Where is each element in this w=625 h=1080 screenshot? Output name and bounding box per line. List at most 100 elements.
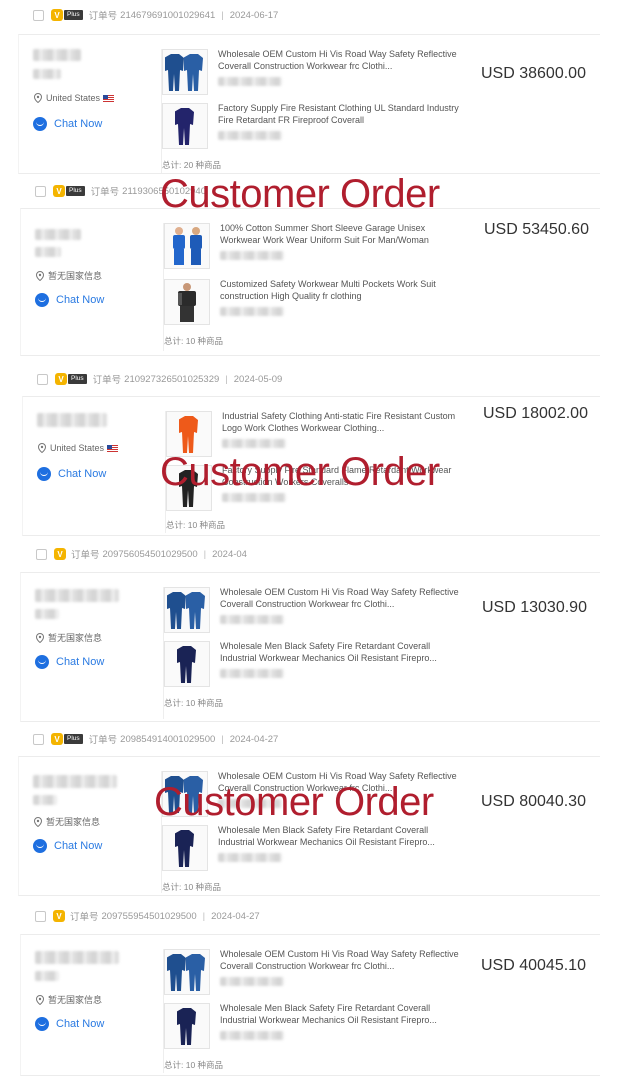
- order-item[interactable]: Wholesale Men Black Safety Fire Retardan…: [164, 1003, 486, 1057]
- product-thumbnail[interactable]: [164, 949, 210, 995]
- order-item[interactable]: Factory Supply Fire Standard Flame Retar…: [166, 465, 488, 519]
- order-item[interactable]: 100% Cotton Summer Short Sleeve Garage U…: [164, 223, 486, 277]
- order-total-items: 总计: 10 种商品: [164, 698, 224, 708]
- coverall-image-icon: [167, 954, 205, 991]
- vip-icon: V: [53, 910, 65, 922]
- coverall-image-icon: [179, 416, 198, 453]
- product-thumbnail[interactable]: [166, 465, 212, 511]
- order-date: 2024-04-27: [211, 910, 260, 922]
- order-price: USD 38600.00: [481, 65, 586, 82]
- order-checkbox[interactable]: [35, 910, 46, 922]
- order-price: USD 80040.30: [481, 793, 586, 810]
- buyer-country: 暂无国家信息: [35, 631, 102, 644]
- product-thumbnail[interactable]: [164, 641, 210, 687]
- divider: |: [225, 373, 228, 385]
- chat-now-label: Chat Now: [56, 656, 105, 668]
- chat-now-button[interactable]: Chat Now: [35, 655, 104, 669]
- order-number-label: 订单号: [90, 187, 120, 198]
- us-flag-icon: [107, 444, 119, 452]
- us-flag-icon: [103, 94, 115, 102]
- order-item[interactable]: Wholesale Men Black Safety Fire Retardan…: [164, 641, 486, 695]
- order-number-label: 订单号: [88, 11, 118, 22]
- country-name: 暂无国家信息: [46, 817, 101, 827]
- product-title[interactable]: Wholesale OEM Custom Hi Vis Road Way Saf…: [218, 771, 464, 794]
- product-title[interactable]: Industrial Safety Clothing Anti-static F…: [222, 411, 468, 434]
- divider: |: [221, 733, 224, 745]
- order-item[interactable]: Factory Supply Fire Resistant Clothing U…: [162, 103, 484, 157]
- divider: |: [203, 548, 207, 560]
- product-thumbnail[interactable]: [162, 49, 208, 95]
- order-number-label: 订单号: [71, 550, 100, 561]
- coverall-image-icon: [175, 108, 194, 145]
- product-title[interactable]: 100% Cotton Summer Short Sleeve Garage U…: [220, 223, 466, 246]
- order-item[interactable]: Wholesale OEM Custom Hi Vis Road Way Saf…: [162, 49, 484, 103]
- product-title[interactable]: Wholesale Men Black Safety Fire Retardan…: [220, 641, 466, 664]
- order-checkbox[interactable]: [35, 185, 46, 197]
- order-price: USD 53450.60: [484, 221, 589, 238]
- order-header: V Plus 订单号 209854914001029500 | 2024-04-…: [33, 730, 278, 748]
- order-date: 2024-06-17: [229, 9, 279, 21]
- product-thumbnail[interactable]: [162, 771, 208, 817]
- order-item[interactable]: Customized Safety Workwear Multi Pockets…: [164, 279, 486, 333]
- buyer-country: United States: [37, 443, 119, 453]
- location-pin-icon: [35, 632, 45, 643]
- product-title[interactable]: Wholesale OEM Custom Hi Vis Road Way Saf…: [218, 49, 464, 72]
- product-thumbnail[interactable]: [164, 1003, 210, 1049]
- order-item[interactable]: Industrial Safety Clothing Anti-static F…: [166, 411, 488, 465]
- chat-now-button[interactable]: Chat Now: [37, 467, 106, 481]
- buyer-id-redacted: [33, 69, 61, 79]
- buyer-id-redacted: [35, 247, 61, 257]
- order-item[interactable]: Wholesale Men Black Safety Fire Retardan…: [162, 825, 484, 879]
- worksuit-image-icon: [178, 283, 196, 322]
- divider: |: [221, 9, 224, 21]
- product-thumbnail[interactable]: [162, 825, 208, 871]
- product-thumbnail[interactable]: [164, 279, 210, 325]
- order-total-items: 总计: 10 种商品: [162, 882, 222, 892]
- chat-now-label: Chat Now: [54, 118, 103, 130]
- country-name: United States: [46, 93, 101, 103]
- order-item[interactable]: Wholesale OEM Custom Hi Vis Road Way Saf…: [164, 949, 486, 1003]
- coverall-image-icon: [179, 470, 198, 507]
- chat-icon: [37, 467, 51, 481]
- product-spec-redacted: [220, 615, 284, 624]
- order-body: 暂无国家信息 Chat Now Wholesale OEM Custom Hi …: [20, 572, 600, 722]
- order-date: 2024-05-09: [233, 373, 283, 385]
- order-checkbox[interactable]: [33, 9, 44, 21]
- chat-now-label: Chat Now: [58, 468, 107, 480]
- order-checkbox[interactable]: [33, 733, 44, 745]
- product-title[interactable]: Customized Safety Workwear Multi Pockets…: [220, 279, 466, 302]
- chat-now-button[interactable]: Chat Now: [33, 839, 102, 853]
- plus-badge: Plus: [64, 10, 83, 20]
- order-number-label: 订单号: [92, 375, 122, 386]
- product-title[interactable]: Wholesale OEM Custom Hi Vis Road Way Saf…: [220, 587, 466, 610]
- order-checkbox[interactable]: [36, 548, 47, 560]
- buyer-id-redacted: [35, 609, 59, 619]
- buyer-country: 暂无国家信息: [35, 993, 102, 1006]
- divider: |: [202, 910, 206, 922]
- chat-now-button[interactable]: Chat Now: [35, 293, 104, 307]
- product-thumbnail[interactable]: [162, 103, 208, 149]
- product-thumbnail[interactable]: [166, 411, 212, 457]
- product-spec-redacted: [220, 669, 284, 678]
- product-title[interactable]: Wholesale Men Black Safety Fire Retardan…: [218, 825, 464, 848]
- uniform-image-icon: [173, 227, 202, 265]
- plus-badge: Plus: [66, 186, 85, 196]
- product-title[interactable]: Wholesale OEM Custom Hi Vis Road Way Saf…: [220, 949, 466, 972]
- product-thumbnail[interactable]: [164, 587, 210, 633]
- location-pin-icon: [33, 816, 43, 827]
- product-title[interactable]: Factory Supply Fire Resistant Clothing U…: [218, 103, 464, 126]
- order-item[interactable]: Wholesale OEM Custom Hi Vis Road Way Saf…: [162, 771, 484, 825]
- order-item[interactable]: Wholesale OEM Custom Hi Vis Road Way Saf…: [164, 587, 486, 641]
- product-title[interactable]: Wholesale Men Black Safety Fire Retardan…: [220, 1003, 466, 1026]
- order-checkbox[interactable]: [37, 373, 48, 385]
- order-total-items: 总计: 10 种商品: [164, 1060, 224, 1070]
- plus-badge: Plus: [68, 374, 87, 384]
- product-spec-redacted: [220, 977, 284, 986]
- country-name: 暂无国家信息: [48, 995, 103, 1005]
- chat-now-button[interactable]: Chat Now: [33, 117, 102, 131]
- chat-now-button[interactable]: Chat Now: [35, 1017, 104, 1031]
- order-items: Wholesale OEM Custom Hi Vis Road Way Saf…: [161, 771, 483, 893]
- product-thumbnail[interactable]: [164, 223, 210, 269]
- product-title[interactable]: Factory Supply Fire Standard Flame Retar…: [222, 465, 468, 488]
- vip-icon: V: [54, 548, 66, 560]
